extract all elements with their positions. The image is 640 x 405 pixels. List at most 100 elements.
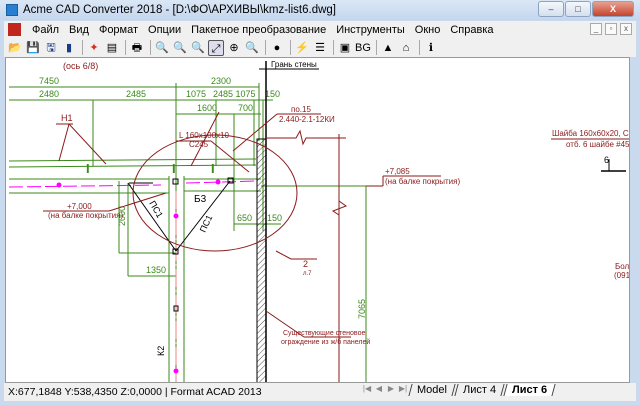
svg-text:I: I [86, 161, 90, 176]
zoom-in-icon[interactable]: 🔍 [172, 40, 188, 56]
tab-label: Лист 6 [512, 384, 548, 396]
menu-batch[interactable]: Пакетное преобразование [186, 24, 331, 36]
section-mark: 6 [604, 155, 609, 165]
toolbar-separator [290, 40, 291, 55]
elevation-1: +7,000 [67, 202, 92, 211]
toolbar-separator [419, 40, 420, 55]
menu-tools[interactable]: Инструменты [331, 24, 410, 36]
bolt-label-2: (0912 [614, 271, 630, 280]
zoom-extents-icon[interactable]: ⊕ [226, 40, 242, 56]
ref-label-1: по.15 [291, 105, 311, 114]
menu-help[interactable]: Справка [445, 24, 498, 36]
dim-650: 650 [237, 213, 252, 223]
save-icon[interactable]: 💾 [25, 40, 41, 56]
window-title: Acme CAD Converter 2018 - [D:\ФО\АРХИВЫ\… [23, 4, 336, 16]
dim-7065: 7065 [357, 299, 367, 319]
bg-label[interactable]: BG [355, 40, 371, 56]
layers-icon[interactable]: ⚡ [294, 40, 310, 56]
dim-2485: 2485 [126, 89, 146, 99]
dim-1075: 1075 [186, 89, 206, 99]
pdf-icon[interactable]: ✦ [86, 40, 102, 56]
app-icon [6, 4, 18, 16]
toolbar-separator [376, 40, 377, 55]
minimize-button[interactable]: – [538, 1, 564, 17]
next-tab-icon[interactable]: ▶ [386, 384, 396, 396]
svg-text:I: I [172, 161, 176, 176]
maximize-button[interactable]: □ [565, 1, 591, 17]
zoom-realtime-icon[interactable]: ⤢ [208, 39, 224, 56]
label-k2: К2 [156, 346, 166, 356]
toolbar-separator [125, 40, 126, 55]
toolbar: 📂 💾 🖫 ▮ ✦ ▤ 🖶 🔍 🔍 🔍 ⤢ ⊕ 🔍 ● ⚡ ☰ ▣ BG ▲ ⌂ ℹ [4, 38, 636, 57]
dim-150: 150 [265, 89, 280, 99]
menu-bar: Файл Вид Формат Опции Пакетное преобразо… [4, 21, 636, 38]
angle-label: L 160х100х10 [179, 131, 230, 140]
node-sheet: л.7 [303, 271, 312, 277]
dim-2300: 2300 [211, 76, 231, 86]
wall-note-1: Существующие стеновое [283, 330, 365, 337]
svg-text:I: I [211, 161, 215, 176]
status-bar: X:677,1848 Y:538,4350 Z:0,0000 | Format … [4, 383, 636, 401]
dim-2480: 2480 [39, 89, 59, 99]
dim-700: 700 [238, 103, 253, 113]
tab-list-6[interactable]: Лист 6 [503, 384, 556, 396]
ref-label-2: 2.440-2.1-12КИ [279, 115, 335, 124]
mdi-close-button[interactable]: x [620, 23, 632, 35]
dim-1600: 1600 [197, 103, 217, 113]
open-icon[interactable]: 📂 [7, 40, 23, 56]
print-icon[interactable]: 🖶 [129, 40, 145, 56]
washer-label-1: Шайба 160х60х20, С345-3 [552, 129, 630, 138]
tab-label: Model [417, 384, 447, 396]
zoom-out-icon[interactable]: 🔍 [154, 40, 170, 56]
document-icon[interactable] [8, 23, 21, 36]
home-icon[interactable]: ⌂ [398, 40, 414, 56]
toolbar-separator [333, 40, 334, 55]
dim-7450: 7450 [39, 76, 59, 86]
mdi-minimize-button[interactable]: _ [590, 23, 602, 35]
drawing-canvas[interactable]: I I I 7450 2300 2480 2485 1075 2485 1075… [5, 57, 630, 383]
elevation-2-note: (на балке покрытия) [385, 177, 460, 186]
bolt-label: Болт [615, 262, 630, 271]
menu-window[interactable]: Окно [410, 24, 446, 36]
pan-icon[interactable]: ● [269, 40, 285, 56]
first-tab-icon[interactable]: |◀ [362, 384, 372, 396]
lineweight-icon[interactable]: ☰ [312, 40, 328, 56]
toolbar-separator [150, 40, 151, 55]
zoom-window-icon[interactable]: 🔍 [190, 40, 206, 56]
dim-150-lower: 150 [267, 213, 282, 223]
tab-model[interactable]: Model [408, 384, 456, 396]
last-tab-icon[interactable]: ▶| [398, 384, 408, 396]
close-button[interactable]: X [592, 1, 634, 17]
toolbar-separator [265, 40, 266, 55]
axis-note: (ось 6/8) [63, 61, 98, 71]
tab-list-4[interactable]: Лист 4 [454, 384, 505, 396]
zoom-previous-icon[interactable]: 🔍 [244, 40, 260, 56]
dimension-lines: I I I [8, 83, 369, 382]
coordinates-readout: X:677,1848 Y:538,4350 Z:0,0000 | Format … [8, 386, 262, 398]
dim-2485-1075: 2485 1075 [213, 89, 256, 99]
tab-label: Лист 4 [462, 384, 497, 396]
menu-view[interactable]: Вид [64, 24, 94, 36]
info-icon[interactable]: ℹ [423, 40, 439, 56]
menu-format[interactable]: Формат [94, 24, 143, 36]
washer-label-2: отб. 6 шайбе #45 [566, 140, 630, 149]
prev-tab-icon[interactable]: ◀ [374, 384, 384, 396]
menu-file[interactable]: Файл [27, 24, 64, 36]
save-as-icon[interactable]: 🖫 [43, 40, 59, 56]
menu-options[interactable]: Опции [143, 24, 186, 36]
elevation-1-note: (на балке покрытия) [48, 211, 123, 220]
toolbar-separator [82, 40, 83, 55]
cad-drawing: I I I 7450 2300 2480 2485 1075 2485 1075… [8, 60, 630, 382]
wall-note-2: ограждение из ж/б панелей [281, 338, 370, 346]
mdi-restore-button[interactable]: ▫ [605, 23, 617, 35]
convert-icon[interactable]: ▮ [61, 40, 77, 56]
centerlines [8, 177, 257, 382]
node-label: 2 [303, 259, 308, 269]
label-b3: Б3 [194, 194, 207, 205]
text-icon[interactable]: ▲ [380, 40, 396, 56]
angle-steel: С245 [189, 140, 209, 149]
elevation-2: +7,085 [385, 167, 410, 176]
print-setup-icon[interactable]: ▤ [104, 40, 120, 56]
black-white-icon[interactable]: ▣ [337, 40, 353, 56]
label-n1: Н1 [61, 113, 73, 123]
